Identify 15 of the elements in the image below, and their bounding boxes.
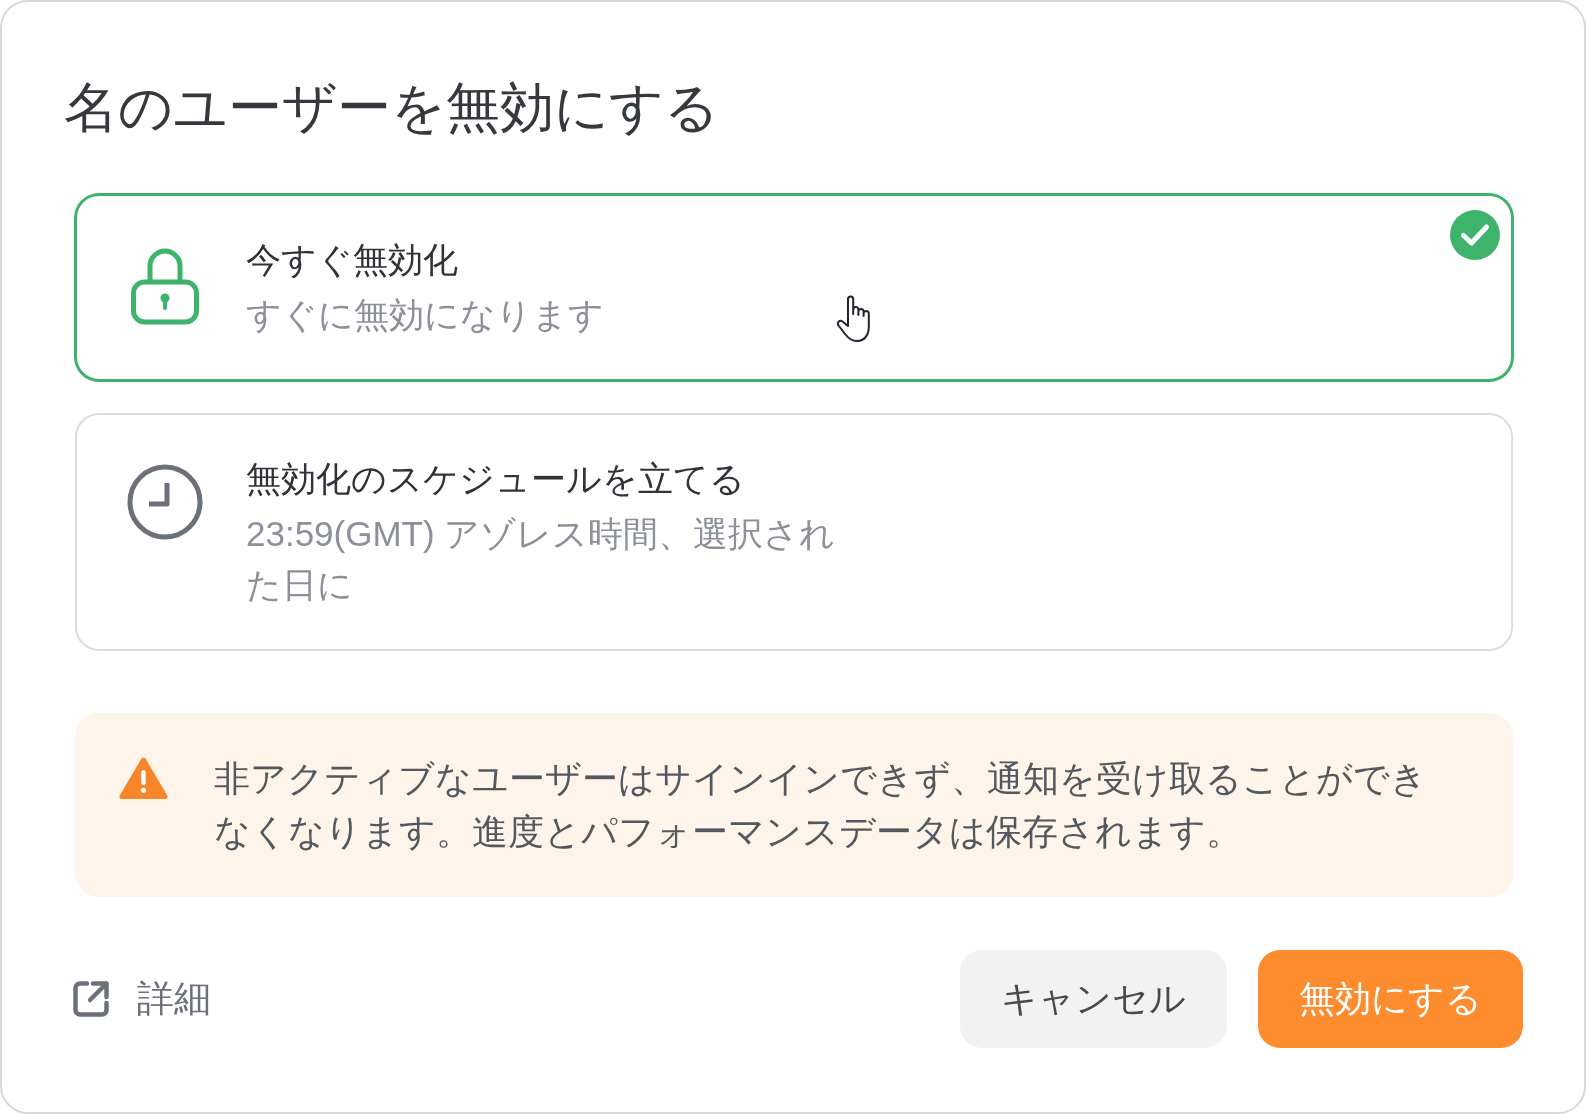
option-description: 23:59(GMT) アゾレス時間、選択された日に [246,513,837,606]
clock-icon [127,464,203,540]
option-title: 無効化のスケジュールを立てる [246,458,745,500]
option-card[interactable]: 今すぐ無効化 すぐに無効になります [75,194,1513,381]
option-card[interactable]: 無効化のスケジュールを立てる 23:59(GMT) アゾレス時間、選択された日に [75,413,1513,651]
warning-icon [119,756,168,800]
warning-text: 非アクティブなユーザーはサインインできず、通知を受け取ることができなくなります。進度とパフォーマンスデータは保存されます。 [214,757,1428,854]
option-description: すぐに無効になります [246,294,604,336]
check-circle-icon [1450,210,1500,260]
hand-cursor-icon [835,294,872,344]
cancel-button[interactable]: キャンセル [960,950,1227,1048]
option-title: 今すぐ無効化 [246,239,458,281]
external-link-icon [71,979,111,1019]
dialog-title: 名のユーザーを無効にする [64,76,719,139]
details-link[interactable]: 詳細 [71,975,211,1023]
